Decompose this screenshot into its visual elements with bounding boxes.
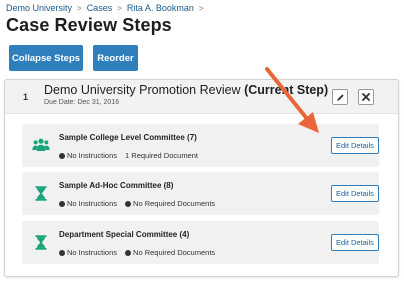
page-title: Case Review Steps bbox=[6, 15, 172, 35]
breadcrumb: Demo University > Cases > Rita A. Bookma… bbox=[6, 3, 204, 13]
breadcrumb-separator: > bbox=[198, 3, 204, 13]
pencil-icon bbox=[336, 93, 344, 101]
hourglass-icon bbox=[32, 234, 50, 250]
no-instructions-icon bbox=[59, 249, 65, 256]
breadcrumb-separator: > bbox=[117, 3, 122, 13]
documents-status: No Required Documents bbox=[133, 248, 216, 257]
no-documents-icon bbox=[125, 249, 132, 256]
breadcrumb-cases[interactable]: Cases bbox=[87, 3, 113, 13]
committee-meta: No Instructions No Required Documents bbox=[59, 199, 215, 208]
committee-row: Sample Ad-Hoc Committee (8) No Instructi… bbox=[22, 172, 379, 215]
committee-title: Sample Ad-Hoc Committee (8) bbox=[59, 181, 174, 190]
committee-meta: No Instructions No Required Documents bbox=[59, 248, 215, 257]
no-instructions-icon bbox=[59, 152, 65, 159]
case-review-page: Demo University > Cases > Rita A. Bookma… bbox=[0, 0, 404, 284]
breadcrumb-candidate[interactable]: Rita A. Bookman bbox=[127, 3, 194, 13]
instructions-status: No Instructions bbox=[67, 151, 118, 160]
step-title-text: Demo University Promotion Review bbox=[44, 83, 241, 97]
instructions-status: No Instructions bbox=[67, 199, 118, 208]
hourglass-icon bbox=[32, 185, 50, 201]
documents-status: 1 Required Document bbox=[125, 151, 198, 160]
close-icon bbox=[362, 93, 370, 101]
step-title: Demo University Promotion Review (Curren… bbox=[44, 83, 328, 97]
collapse-steps-button[interactable]: Collapse Steps bbox=[9, 45, 83, 71]
committee-row: Department Special Committee (4) No Inst… bbox=[22, 221, 379, 264]
no-instructions-icon bbox=[59, 200, 65, 207]
committee-title: Sample College Level Committee (7) bbox=[59, 133, 197, 142]
documents-status: No Required Documents bbox=[133, 199, 216, 208]
edit-details-button[interactable]: Edit Details bbox=[331, 137, 379, 154]
step-number: 1 bbox=[23, 92, 29, 102]
step-header: 1 Demo University Promotion Review (Curr… bbox=[5, 80, 398, 114]
reorder-button[interactable]: Reorder bbox=[93, 45, 138, 71]
current-step-label: (Current Step) bbox=[244, 83, 329, 97]
due-date: Due Date: Dec 31, 2016 bbox=[44, 99, 120, 106]
instructions-status: No Instructions bbox=[67, 248, 118, 257]
remove-step-button[interactable] bbox=[358, 89, 374, 105]
no-documents-icon bbox=[125, 200, 132, 207]
edit-step-button[interactable] bbox=[332, 89, 348, 105]
group-icon bbox=[32, 137, 50, 153]
committee-title: Department Special Committee (4) bbox=[59, 230, 190, 239]
committee-meta: No Instructions 1 Required Document bbox=[59, 151, 198, 160]
edit-details-button[interactable]: Edit Details bbox=[331, 185, 379, 202]
committee-row: Sample College Level Committee (7) No In… bbox=[22, 124, 379, 167]
breadcrumb-demo-university[interactable]: Demo University bbox=[6, 3, 72, 13]
breadcrumb-separator: > bbox=[77, 3, 82, 13]
step-card: 1 Demo University Promotion Review (Curr… bbox=[4, 79, 399, 277]
edit-details-button[interactable]: Edit Details bbox=[331, 234, 379, 251]
